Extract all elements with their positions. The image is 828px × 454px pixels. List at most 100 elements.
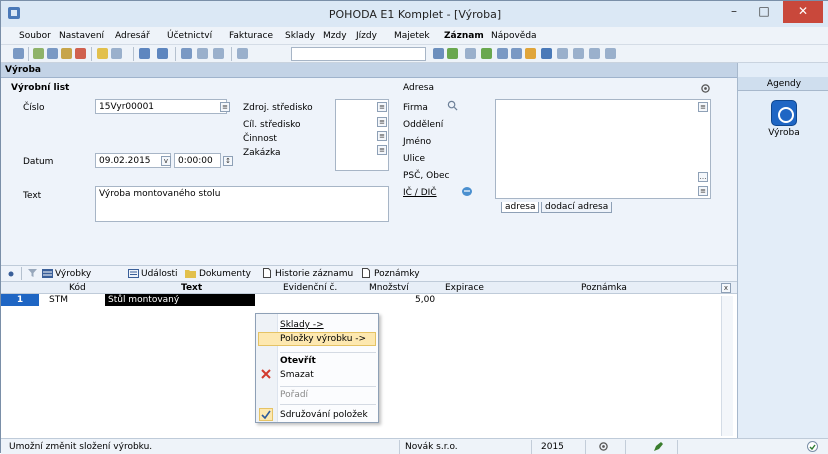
zdroj-picker-icon[interactable]: ≡: [377, 102, 387, 112]
menu-mzdy[interactable]: Mzdy: [323, 31, 347, 41]
menu-majetek[interactable]: Majetek: [394, 31, 430, 41]
toolbar-search-field[interactable]: [291, 47, 426, 61]
pencil-icon[interactable]: [653, 441, 664, 452]
ares-lookup-icon[interactable]: [461, 186, 473, 197]
firma-picker-icon[interactable]: ≡: [698, 102, 708, 112]
toolbar-new-icon[interactable]: [13, 48, 24, 59]
menu-nastaveni[interactable]: Nastavení: [59, 31, 104, 41]
status-settings-icon[interactable]: [599, 442, 608, 451]
toolbar-panel-icon[interactable]: [589, 48, 600, 59]
tab-udalosti[interactable]: Události: [141, 269, 178, 279]
cil-picker-icon[interactable]: ≡: [377, 117, 387, 127]
toolbar-print-icon[interactable]: [33, 48, 44, 59]
menu-ucetnictvi[interactable]: Účetnictví: [167, 31, 212, 41]
menu-adresar[interactable]: Adresář: [115, 31, 150, 41]
agendy-panel: Agendy Výroba: [737, 63, 828, 438]
menu-sklady[interactable]: Sklady: [285, 31, 315, 41]
toolbar-preview-icon[interactable]: [47, 48, 58, 59]
psc-picker-icon[interactable]: …: [698, 172, 708, 182]
toolbar-book-icon[interactable]: [511, 48, 522, 59]
address-field[interactable]: [495, 99, 711, 199]
cinnost-picker-icon[interactable]: ≡: [377, 131, 387, 141]
col-mnozstvi[interactable]: Množství: [369, 283, 409, 293]
toolbar-send-icon[interactable]: [75, 48, 86, 59]
menu-item-sdruzovani[interactable]: Sdružování položek: [280, 410, 368, 420]
menu-zaznam[interactable]: Záznam: [444, 31, 484, 41]
menu-item-sklady[interactable]: Sklady ->: [280, 320, 324, 330]
tab-vyrobky[interactable]: Výrobky: [55, 269, 91, 279]
vyroba-agenda-label[interactable]: Výroba: [738, 128, 828, 138]
time-field[interactable]: 0:00:00: [174, 153, 221, 168]
column-chooser-icon[interactable]: x: [721, 283, 731, 293]
ic-dic-label[interactable]: IČ / DIČ: [403, 188, 437, 198]
toolbar-users-icon[interactable]: [525, 48, 536, 59]
time-spinner-icon[interactable]: ↕: [223, 156, 233, 166]
address-lookup-icon[interactable]: [447, 100, 458, 111]
agenda-header: Výroba: [1, 63, 737, 78]
toolbar-forward-icon[interactable]: [157, 48, 168, 59]
datum-field[interactable]: 09.02.2015: [95, 153, 171, 168]
row-number: 1: [1, 294, 39, 306]
tab-adresa[interactable]: adresa: [501, 202, 540, 213]
toolbar-mail-icon[interactable]: [557, 48, 568, 59]
section-title: Výrobní list: [11, 83, 70, 93]
minimize-button[interactable]: –: [719, 1, 749, 23]
toolbar-find-icon[interactable]: [433, 48, 444, 59]
toolbar-export-icon[interactable]: [61, 48, 72, 59]
zakazka-picker-icon[interactable]: ≡: [377, 145, 387, 155]
calendar-dropdown-icon[interactable]: v: [161, 156, 171, 166]
menu-soubor[interactable]: Soubor: [19, 31, 51, 41]
tab-historie[interactable]: Historie záznamu: [275, 269, 353, 279]
col-expirace[interactable]: Expirace: [445, 283, 484, 293]
toolbar-help-icon[interactable]: [605, 48, 616, 59]
toolbar-window-icon[interactable]: [573, 48, 584, 59]
close-button[interactable]: ✕: [783, 1, 823, 23]
context-menu: Sklady -> Položky výrobku -> Otevřít Sma…: [255, 313, 379, 423]
menu-item-poradi: Pořadí: [280, 390, 309, 400]
col-poznamka[interactable]: Poznámka: [581, 283, 627, 293]
cislo-field[interactable]: 15Vyr00001: [95, 99, 227, 114]
table-row[interactable]: 1 STM Stůl montovaný 5,00: [1, 294, 737, 306]
menu-item-smazat[interactable]: Smazat: [280, 370, 314, 380]
menu-item-otevrit[interactable]: Otevřít: [280, 356, 316, 366]
vyroba-agenda-icon[interactable]: [771, 100, 797, 126]
tab-dodaci-adresa[interactable]: dodací adresa: [541, 202, 613, 213]
filter-icon[interactable]: [28, 269, 37, 278]
col-kod[interactable]: Kód: [69, 283, 86, 293]
menu-item-polozky-vyrobku[interactable]: Položky výrobku ->: [258, 332, 376, 346]
toolbar-back-icon[interactable]: [139, 48, 150, 59]
cinnost-label: Činnost: [243, 134, 277, 144]
menu-fakturace[interactable]: Fakturace: [229, 31, 273, 41]
maximize-button[interactable]: □: [749, 1, 779, 23]
menu-jizdy[interactable]: Jízdy: [356, 31, 377, 41]
toolbar-tree-icon[interactable]: [481, 48, 492, 59]
tab-dokumenty[interactable]: Dokumenty: [199, 269, 251, 279]
toolbar-copy-icon[interactable]: [197, 48, 208, 59]
menu-napoveda[interactable]: Nápověda: [491, 31, 537, 41]
jmeno-label: Jméno: [403, 137, 432, 147]
toolbar-excel-icon[interactable]: [447, 48, 458, 59]
text-field[interactable]: Výroba montovaného stolu: [95, 186, 389, 222]
ic-picker-icon[interactable]: ≡: [698, 186, 708, 196]
grid-header: Kód Text Evidenční č. Množství Expirace …: [1, 282, 737, 294]
title-bar: POHODA E1 Komplet - [Výroba] – □ ✕: [1, 1, 828, 27]
grid-scrollbar[interactable]: [721, 296, 733, 436]
cell-kod[interactable]: STM: [49, 295, 68, 305]
toolbar-undo-icon[interactable]: [237, 48, 248, 59]
toolbar-save-icon[interactable]: [181, 48, 192, 59]
cell-mnozstvi[interactable]: 5,00: [415, 295, 435, 305]
historie-tab-icon: [263, 268, 271, 278]
cislo-picker-icon[interactable]: ≡: [220, 102, 230, 112]
toolbar-calendar-icon[interactable]: [497, 48, 508, 59]
col-text[interactable]: Text: [181, 283, 202, 293]
cell-text[interactable]: Stůl montovaný: [105, 294, 255, 306]
tab-poznamky[interactable]: Poznámky: [374, 269, 420, 279]
toolbar-paste-icon[interactable]: [213, 48, 224, 59]
toolbar-filter-icon[interactable]: [97, 48, 108, 59]
toolbar-mark-icon[interactable]: [111, 48, 122, 59]
toolbar-link-icon[interactable]: [465, 48, 476, 59]
col-evidencni[interactable]: Evidenční č.: [283, 283, 337, 293]
toolbar-bank-icon[interactable]: [541, 48, 552, 59]
settings-icon[interactable]: [701, 84, 710, 93]
pin-icon[interactable]: [8, 271, 14, 277]
